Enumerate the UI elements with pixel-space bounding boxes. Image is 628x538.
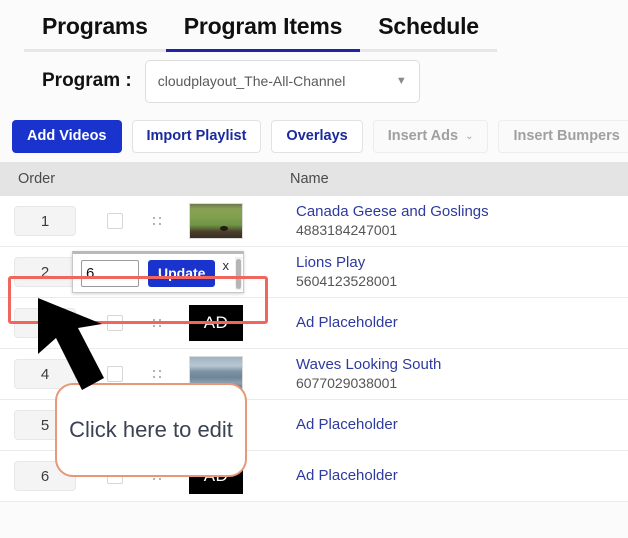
row-select-checkbox[interactable] [107,366,123,382]
order-cell: 1 [0,203,290,239]
insert-ads-label: Insert Ads [387,128,459,144]
program-select[interactable]: cloudplayout_The-All-Channel ▼ [144,59,420,103]
table-row[interactable]: 2 Update x Lions Play 5604123528001 [0,247,628,298]
instruction-callout-text: Click here to edit [69,417,233,443]
chevron-down-icon: ▼ [395,75,407,87]
program-selector-bar: Program : cloudplayout_The-All-Channel ▼ [0,52,628,110]
column-header-name: Name [290,171,329,187]
drag-handle-icon[interactable] [152,214,162,228]
drag-handle-icon[interactable] [152,316,162,330]
program-label: Program : [42,70,132,91]
name-cell: Canada Geese and Goslings 4883184247001 [290,203,628,239]
tab-program-items-label: Program Items [183,12,343,39]
overlays-label: Overlays [286,128,348,144]
item-title-link[interactable]: Ad Placeholder [296,416,628,435]
item-title-link[interactable]: Canada Geese and Goslings [296,203,628,222]
order-value-box[interactable]: 1 [14,206,76,236]
tab-programs-label: Programs [42,12,148,39]
chevron-down-icon: ⌄ [465,130,474,142]
insert-bumpers-label: Insert Bumpers [513,128,620,144]
order-value-box[interactable]: 2 [14,257,76,287]
order-edit-popover: Update x [72,251,244,293]
ad-placeholder-thumbnail: AD [189,305,243,341]
order-cell: 3 AD [0,305,290,341]
update-button[interactable]: Update [148,259,216,287]
action-toolbar: Add Videos Import Playlist Overlays Inse… [0,110,628,162]
tab-program-items[interactable]: Program Items [165,12,361,52]
order-value-box[interactable]: 3 [14,308,76,338]
table-row[interactable]: 1 Canada Geese and Goslings 488318424700… [0,196,628,247]
import-playlist-button[interactable]: Import Playlist [131,119,262,153]
overlays-button[interactable]: Overlays [271,119,363,153]
thumbnail-image [189,203,243,239]
tab-programs[interactable]: Programs [24,12,166,52]
name-cell: Ad Placeholder [290,314,628,333]
name-cell: Ad Placeholder [290,467,628,486]
table-row[interactable]: 3 AD Ad Placeholder [0,298,628,349]
import-playlist-label: Import Playlist [146,128,247,144]
insert-ads-button[interactable]: Insert Ads ⌄ [372,119,489,153]
item-id: 5604123528001 [296,272,398,289]
order-edit-input-wrap [81,259,139,287]
insert-bumpers-button[interactable]: Insert Bumpers [498,119,628,153]
tab-schedule-label: Schedule [378,12,479,39]
table-header-row: Order Name [0,162,628,196]
row-select-checkbox[interactable] [107,315,123,331]
program-select-value: cloudplayout_The-All-Channel [157,73,346,89]
item-title-link[interactable]: Lions Play [296,254,628,273]
close-icon[interactable]: x [222,258,229,273]
order-edit-input[interactable] [81,259,139,287]
item-title-link[interactable]: Ad Placeholder [296,314,628,333]
item-title-link[interactable]: Waves Looking South [296,356,628,375]
item-id: 6077029038001 [296,374,398,391]
item-title-link[interactable]: Ad Placeholder [296,467,628,486]
column-header-order: Order [18,171,56,187]
name-cell: Lions Play 5604123528001 [290,254,628,290]
item-id: 4883184247001 [296,221,398,238]
row-select-checkbox[interactable] [107,213,123,229]
name-cell: Ad Placeholder [290,416,628,435]
name-cell: Waves Looking South 6077029038001 [290,356,628,392]
instruction-callout: Click here to edit [55,383,247,477]
tab-schedule[interactable]: Schedule [360,12,497,52]
drag-handle-icon[interactable] [152,367,162,381]
popover-scrollbar[interactable] [235,257,242,290]
tab-bar: Programs Program Items Schedule [0,0,628,52]
add-videos-label: Add Videos [27,128,107,144]
add-videos-button[interactable]: Add Videos [12,119,122,153]
